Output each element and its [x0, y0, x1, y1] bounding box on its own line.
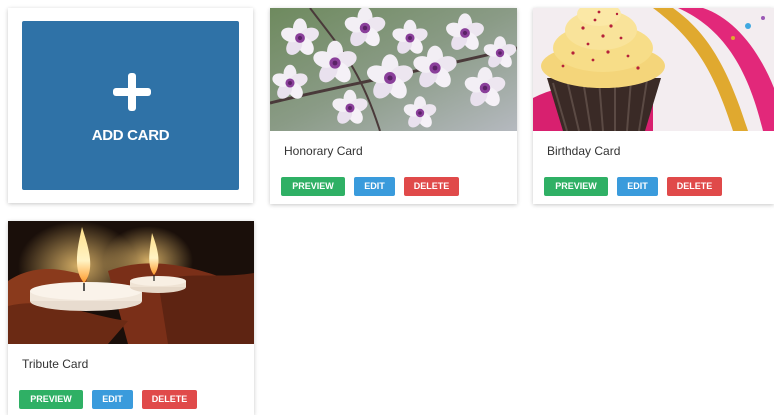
- add-card-button[interactable]: ADD CARD: [22, 21, 239, 190]
- add-card-tile: ADD CARD: [8, 8, 253, 203]
- card-title: Birthday Card: [547, 144, 621, 158]
- plus-icon: [113, 73, 151, 111]
- delete-button[interactable]: DELETE: [404, 177, 459, 196]
- edit-button[interactable]: EDIT: [354, 177, 395, 196]
- card-title: Tribute Card: [22, 357, 89, 371]
- card-honorary: Honorary Card PREVIEW EDIT DELETE: [270, 8, 517, 204]
- edit-button[interactable]: EDIT: [92, 390, 133, 409]
- card-title: Honorary Card: [284, 144, 363, 158]
- card-image-cupcake: [533, 8, 774, 131]
- card-image-candles: [8, 221, 254, 344]
- edit-button[interactable]: EDIT: [617, 177, 658, 196]
- add-card-label: ADD CARD: [91, 127, 170, 144]
- card-image-cherry-blossom: [270, 8, 517, 131]
- preview-button[interactable]: PREVIEW: [544, 177, 608, 196]
- preview-button[interactable]: PREVIEW: [281, 177, 345, 196]
- preview-button[interactable]: PREVIEW: [19, 390, 83, 409]
- card-tribute: Tribute Card PREVIEW EDIT DELETE: [8, 221, 254, 415]
- card-birthday: Birthday Card PREVIEW EDIT DELETE: [533, 8, 774, 204]
- delete-button[interactable]: DELETE: [142, 390, 197, 409]
- delete-button[interactable]: DELETE: [667, 177, 722, 196]
